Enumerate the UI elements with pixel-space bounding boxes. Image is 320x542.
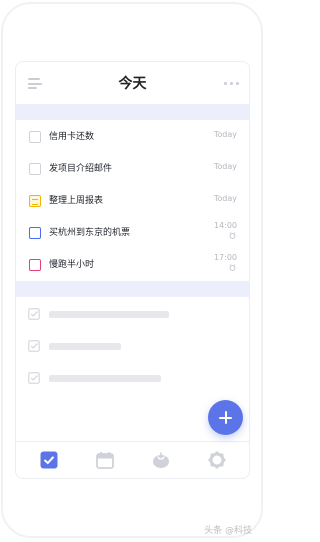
section-band-completed <box>16 281 249 297</box>
alarm-icon <box>229 264 236 271</box>
checkbox-icon[interactable] <box>40 451 58 469</box>
calendar-icon[interactable] <box>96 451 114 469</box>
task-label: 慢跑半小时 <box>49 260 95 270</box>
task-checkbox[interactable] <box>29 131 41 143</box>
completed-task-row[interactable] <box>16 362 249 394</box>
task-due: Today <box>213 162 237 171</box>
watermark: 头条 @科技 <box>204 526 252 536</box>
task-time: 14:00 <box>213 221 237 230</box>
completed-checkbox-icon[interactable] <box>28 340 40 352</box>
bottom-tab-bar <box>16 441 249 478</box>
task-label: 整理上周报表 <box>49 196 104 206</box>
add-task-button[interactable] <box>208 400 243 435</box>
completed-task-row[interactable] <box>16 330 249 362</box>
task-checkbox[interactable] <box>29 259 41 271</box>
task-label: 信用卡还数 <box>49 132 95 142</box>
page-title: 今天 <box>118 76 147 92</box>
task-row[interactable]: 信用卡还数 Today <box>16 121 249 153</box>
task-label: 买杭州到东京的机票 <box>49 228 131 238</box>
task-row[interactable]: 发项目介绍邮件 Today <box>16 153 249 185</box>
task-row[interactable]: 整理上周报表 Today <box>16 185 249 217</box>
task-row[interactable]: 买杭州到东京的机票 14:00 <box>16 217 249 249</box>
task-label: 发项目介绍邮件 <box>49 164 113 174</box>
task-due: Today <box>213 130 237 139</box>
completed-task-placeholder <box>49 343 121 350</box>
header: 今天 <box>16 62 249 104</box>
more-icon[interactable] <box>224 82 239 85</box>
task-due: Today <box>213 194 237 203</box>
completed-checkbox-icon[interactable] <box>28 372 40 384</box>
task-checkbox[interactable] <box>29 163 41 175</box>
completed-task-row[interactable] <box>16 298 249 330</box>
completed-task-placeholder <box>49 311 169 318</box>
tomato-icon[interactable] <box>152 451 170 469</box>
completed-checkbox-icon[interactable] <box>28 308 40 320</box>
task-time: 17:00 <box>213 253 237 262</box>
task-checkbox-note[interactable] <box>29 195 41 207</box>
task-row[interactable]: 慢跑半小时 17:00 <box>16 249 249 281</box>
alarm-icon <box>229 232 236 239</box>
section-band-today <box>16 104 249 120</box>
completed-task-placeholder <box>49 375 161 382</box>
gear-icon[interactable] <box>208 451 226 469</box>
task-checkbox[interactable] <box>29 227 41 239</box>
